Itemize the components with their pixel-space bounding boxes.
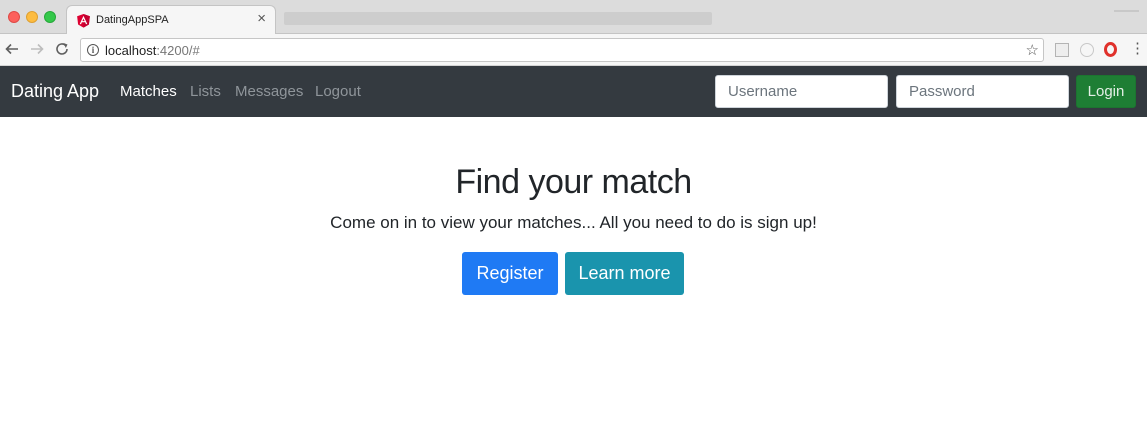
- star-icon[interactable]: ☆: [1026, 41, 1039, 59]
- blurred-tab-area: [284, 12, 712, 25]
- nav-link-matches[interactable]: Matches: [120, 83, 177, 100]
- more-vertical-icon[interactable]: ⋮: [1130, 40, 1145, 58]
- extension-icon[interactable]: [1055, 43, 1069, 57]
- zoom-window-button[interactable]: [44, 11, 56, 23]
- browser-toolbar: i localhost:4200/# ☆ ⋮: [0, 34, 1147, 66]
- tab-close-icon[interactable]: ×: [257, 11, 266, 27]
- close-window-button[interactable]: [8, 11, 20, 23]
- password-input[interactable]: [896, 75, 1069, 108]
- window-drag-handle: [1114, 10, 1139, 12]
- learn-more-button[interactable]: Learn more: [565, 252, 684, 295]
- hero-title: Find your match: [455, 163, 692, 201]
- nav-link-messages[interactable]: Messages: [235, 83, 303, 100]
- login-button[interactable]: Login: [1076, 75, 1136, 108]
- info-icon[interactable]: i: [87, 44, 99, 56]
- extension-icon[interactable]: [1080, 43, 1094, 57]
- url-host: localhost: [105, 43, 157, 58]
- nav-link-logout[interactable]: Logout: [315, 83, 361, 100]
- brand-logo-text[interactable]: Dating App: [11, 81, 99, 102]
- minimize-window-button[interactable]: [26, 11, 38, 23]
- hero-lead-text: Come on in to view your matches... All y…: [330, 213, 817, 232]
- opera-icon[interactable]: [1104, 42, 1117, 57]
- tab-title: DatingAppSPA: [96, 14, 169, 26]
- arrow-right-icon[interactable]: [28, 40, 46, 58]
- arrow-left-icon[interactable]: [3, 40, 21, 58]
- browser-tab[interactable]: DatingAppSPA ×: [66, 5, 276, 35]
- url-text: localhost:4200/#: [105, 43, 200, 58]
- username-input[interactable]: [715, 75, 888, 108]
- url-path: :4200/#: [156, 43, 200, 58]
- reload-icon[interactable]: [53, 40, 71, 58]
- angular-icon: [77, 14, 90, 28]
- nav-link-lists[interactable]: Lists: [190, 83, 221, 100]
- register-button[interactable]: Register: [462, 252, 558, 295]
- address-bar[interactable]: i localhost:4200/# ☆: [80, 38, 1044, 62]
- app-navbar: Dating App Matches Lists Messages Logout…: [0, 66, 1147, 117]
- browser-tab-strip: DatingAppSPA ×: [0, 0, 1147, 35]
